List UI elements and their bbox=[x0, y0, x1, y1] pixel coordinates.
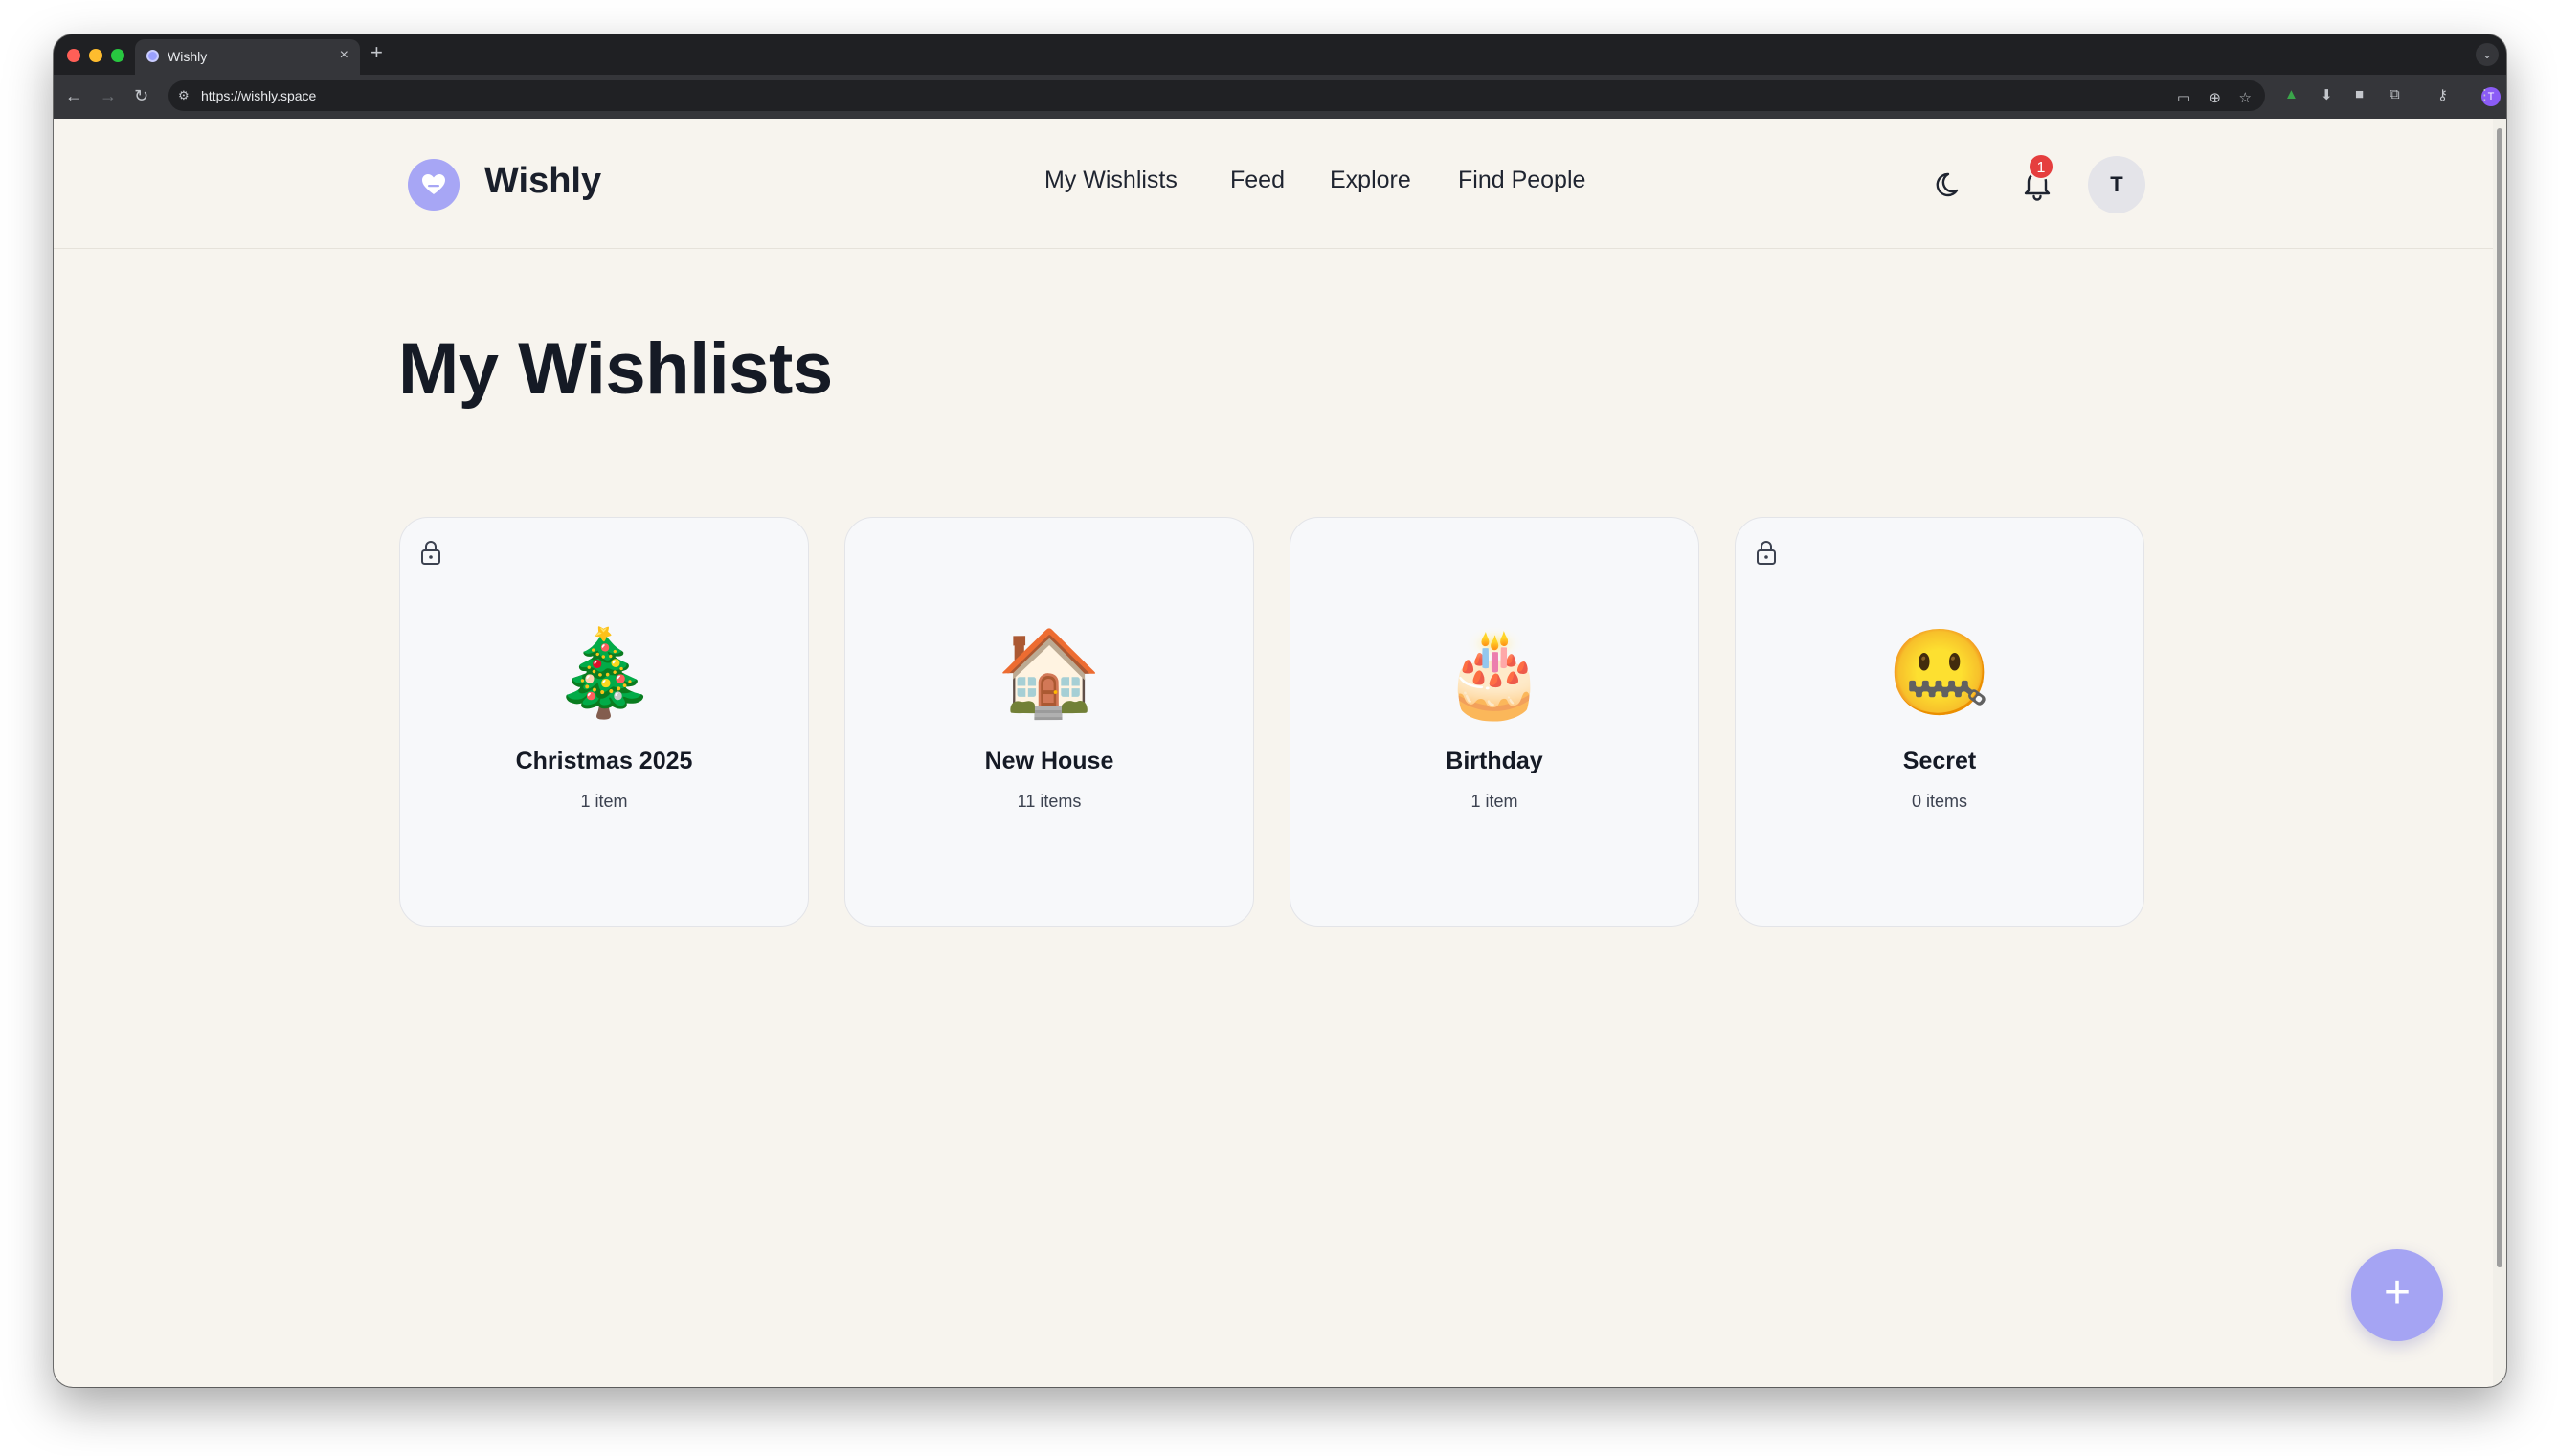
app-logo-text[interactable]: Wishly bbox=[484, 161, 601, 202]
add-wishlist-button[interactable]: + bbox=[2351, 1249, 2443, 1341]
notification-badge: 1 bbox=[2028, 153, 2054, 180]
minimize-window-button[interactable] bbox=[89, 49, 102, 62]
wishlist-name: New House bbox=[984, 748, 1114, 774]
maximize-window-button[interactable] bbox=[111, 49, 124, 62]
app-header: Wishly My Wishlists Feed Explore Find Pe… bbox=[54, 119, 2493, 249]
wishlist-card[interactable]: 🤐 Secret 0 items bbox=[1735, 517, 2144, 927]
reload-icon[interactable]: ↻ bbox=[134, 84, 148, 107]
extension-download-icon[interactable]: ⬇ bbox=[2321, 86, 2333, 103]
forward-arrow-icon[interactable]: → bbox=[100, 84, 117, 107]
scrollbar-thumb[interactable] bbox=[2497, 128, 2502, 1267]
wishlist-item-count: 0 items bbox=[1911, 792, 1968, 811]
browser-menu-icon[interactable]: ⋮ bbox=[2478, 86, 2492, 103]
passwords-key-icon[interactable]: ⚷ bbox=[2437, 86, 2448, 103]
christmas-tree-icon: 🎄 bbox=[551, 625, 657, 720]
tab-favicon-icon bbox=[146, 50, 159, 62]
nav-explore[interactable]: Explore bbox=[1330, 167, 1411, 194]
nav-feed[interactable]: Feed bbox=[1230, 167, 1285, 194]
tab-search-chevron-icon[interactable]: ⌄ bbox=[2476, 43, 2499, 66]
lock-icon bbox=[1757, 541, 1776, 565]
lock-icon bbox=[421, 541, 440, 565]
wishlist-name: Birthday bbox=[1446, 748, 1543, 774]
zoom-icon[interactable]: ⊕ bbox=[2209, 89, 2221, 106]
nav-find-people[interactable]: Find People bbox=[1458, 167, 1585, 194]
house-icon: 🏠 bbox=[997, 625, 1102, 720]
browser-toolbar: ← → ↻ ⚙ https://wishly.space ▭ ⊕ ☆ ▲ ⬇ ■… bbox=[54, 75, 2506, 119]
close-window-button[interactable] bbox=[67, 49, 80, 62]
url-text[interactable]: https://wishly.space bbox=[201, 88, 316, 103]
extensions-puzzle-icon[interactable]: ⧉ bbox=[2390, 86, 2400, 102]
extension-tree-icon[interactable]: ▲ bbox=[2284, 86, 2299, 102]
wishly-logo-icon[interactable] bbox=[408, 159, 460, 211]
user-avatar[interactable]: T bbox=[2088, 156, 2145, 213]
wishlist-name: Secret bbox=[1902, 748, 1977, 774]
moon-icon[interactable] bbox=[1933, 167, 1967, 201]
tab-close-icon[interactable]: × bbox=[340, 47, 348, 64]
extension-notion-icon[interactable]: ■ bbox=[2355, 86, 2364, 102]
wishlist-item-count: 1 item bbox=[580, 792, 628, 811]
new-tab-button[interactable]: + bbox=[370, 42, 383, 63]
back-arrow-icon[interactable]: ← bbox=[65, 84, 82, 107]
zipper-mouth-face-icon: 🤐 bbox=[1887, 625, 1992, 720]
cast-icon[interactable]: ▭ bbox=[2177, 89, 2190, 106]
tab-strip: Wishly × + ⌄ bbox=[54, 34, 2506, 75]
heart-icon bbox=[422, 174, 445, 194]
wishlist-item-count: 1 item bbox=[1470, 792, 1518, 811]
bookmark-star-icon[interactable]: ☆ bbox=[2239, 89, 2252, 106]
browser-window: Wishly × + ⌄ ← → ↻ ⚙ https://wishly.spac… bbox=[54, 34, 2506, 1387]
wishlist-card[interactable]: 🎂 Birthday 1 item bbox=[1290, 517, 1699, 927]
birthday-cake-icon: 🎂 bbox=[1442, 625, 1547, 720]
address-bar[interactable]: ⚙ https://wishly.space ▭ ⊕ ☆ bbox=[168, 80, 2265, 111]
wishlist-card[interactable]: 🏠 New House 11 items bbox=[844, 517, 1254, 927]
tab-title: Wishly bbox=[168, 49, 208, 64]
nav-my-wishlists[interactable]: My Wishlists bbox=[1044, 167, 1178, 194]
page-scrollbar[interactable] bbox=[2493, 119, 2506, 1387]
wishlist-item-count: 11 items bbox=[1017, 792, 1082, 811]
wishlist-name: Christmas 2025 bbox=[515, 748, 693, 774]
page-title: My Wishlists bbox=[398, 328, 833, 410]
page-viewport: Wishly My Wishlists Feed Explore Find Pe… bbox=[54, 119, 2493, 1387]
site-settings-icon[interactable]: ⚙ bbox=[178, 88, 190, 103]
wishlist-card[interactable]: 🎄 Christmas 2025 1 item bbox=[399, 517, 809, 927]
browser-tab[interactable]: Wishly × bbox=[135, 39, 360, 75]
